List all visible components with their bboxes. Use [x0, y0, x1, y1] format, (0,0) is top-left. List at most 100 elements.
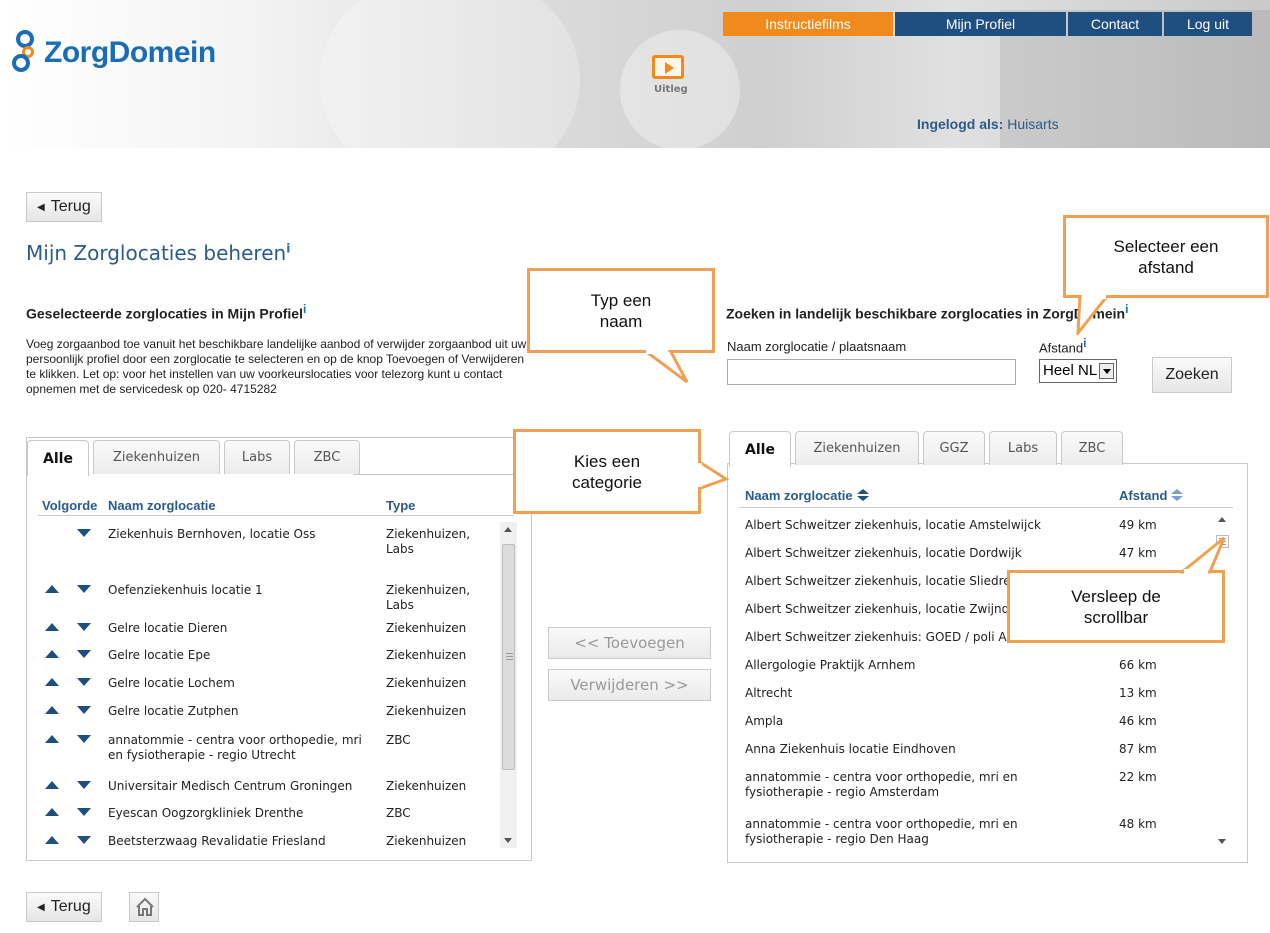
info-icon[interactable]: i — [1125, 302, 1128, 316]
location-name[interactable]: Albert Schweitzer ziekenhuis, locatie Do… — [745, 546, 1065, 561]
location-name[interactable]: Gelre locatie Zutphen — [108, 704, 370, 719]
scroll-thumb[interactable] — [502, 544, 515, 770]
left-scrollbar[interactable] — [500, 522, 517, 848]
move-down-icon[interactable] — [77, 678, 91, 686]
tab-labs[interactable]: Labs — [224, 440, 290, 474]
move-down-icon[interactable] — [77, 808, 91, 816]
move-up-icon[interactable] — [45, 623, 59, 631]
move-down-icon[interactable] — [77, 735, 91, 743]
info-icon[interactable]: i — [303, 302, 306, 316]
left-heading: Geselecteerde zorglocaties in Mijn Profi… — [26, 302, 306, 322]
distance-label-text: Afstand — [1039, 340, 1084, 356]
location-name[interactable]: Beetsterzwaag Revalidatie Friesland — [108, 834, 370, 849]
location-type: Ziekenhuizen, Labs — [386, 583, 471, 612]
scroll-down-icon[interactable] — [504, 838, 512, 843]
location-name[interactable]: Gelre locatie Epe — [108, 648, 370, 663]
location-name[interactable]: Allergologie Praktijk Arnhem — [745, 658, 1065, 673]
tab-zbc[interactable]: ZBC — [294, 440, 360, 474]
intro-text: Voeg zorgaanbod toe vanuit het beschikba… — [26, 337, 527, 396]
info-icon[interactable]: i — [1083, 336, 1086, 350]
col-distance-label: Afstand — [1119, 488, 1168, 503]
move-down-icon[interactable] — [77, 650, 91, 658]
tab-ggz[interactable]: GGZ — [923, 431, 985, 465]
move-down-icon[interactable] — [77, 706, 91, 714]
location-name[interactable]: Universitair Medisch Centrum Groningen — [108, 779, 370, 794]
right-tabs: Alle Ziekenhuizen GGZ Labs ZBC — [729, 431, 1127, 467]
back-button-label: Terug — [50, 198, 91, 215]
video-play-icon[interactable] — [652, 55, 684, 79]
tab-alle[interactable]: Alle — [729, 431, 791, 467]
nav-log-uit[interactable]: Log uit — [1164, 12, 1252, 36]
move-up-icon[interactable] — [45, 781, 59, 789]
location-name[interactable]: annatommie - centra voor orthopedie, mri… — [745, 770, 1065, 800]
location-name[interactable]: Albert Schweitzer ziekenhuis, locatie Am… — [745, 518, 1065, 533]
move-up-icon[interactable] — [45, 836, 59, 844]
callout-tail — [1076, 295, 1110, 335]
col-naam-zorglocatie[interactable]: Naam zorglocatie — [108, 498, 216, 513]
nav-mijn-profiel[interactable]: Mijn Profiel — [895, 12, 1066, 36]
info-icon[interactable]: i — [286, 241, 290, 255]
col-volgorde[interactable]: Volgorde — [42, 498, 97, 513]
move-up-icon[interactable] — [45, 650, 59, 658]
tab-alle[interactable]: Alle — [27, 440, 89, 476]
tab-labs[interactable]: Labs — [989, 431, 1057, 465]
back-button-bottom[interactable]: ◀ Terug — [26, 892, 102, 922]
tab-ziekenhuizen[interactable]: Ziekenhuizen — [93, 440, 220, 474]
sort-icon[interactable] — [1171, 489, 1184, 501]
callout-distance: Selecteer een afstand — [1063, 215, 1269, 298]
location-name[interactable]: Gelre locatie Lochem — [108, 676, 370, 691]
location-type: ZBC — [386, 806, 411, 820]
tab-underline — [353, 474, 532, 475]
scroll-up-icon[interactable] — [1218, 517, 1226, 522]
location-distance: 87 km — [1119, 742, 1157, 756]
remove-button[interactable]: Verwijderen >> — [548, 669, 711, 701]
nav-contact[interactable]: Contact — [1068, 12, 1162, 36]
zorgdomein-logo[interactable]: ZorgDomein — [12, 30, 216, 76]
location-name[interactable]: Anna Ziekenhuis locatie Eindhoven — [745, 742, 1065, 757]
search-button[interactable]: Zoeken — [1152, 357, 1232, 393]
location-distance: 49 km — [1119, 518, 1157, 532]
location-name[interactable]: Ziekenhuis Bernhoven, locatie Oss — [108, 527, 370, 542]
add-button[interactable]: << Toevoegen — [548, 627, 711, 659]
location-name[interactable]: Oefenziekenhuis locatie 1 — [108, 583, 370, 598]
page-title-text: Mijn Zorglocaties beheren — [26, 241, 287, 265]
col-name-label: Naam zorglocatie — [745, 488, 853, 503]
move-up-icon[interactable] — [45, 808, 59, 816]
chevron-down-icon[interactable] — [1099, 363, 1114, 379]
location-name[interactable]: Ampla — [745, 714, 1065, 729]
move-up-icon[interactable] — [45, 678, 59, 686]
move-up-icon[interactable] — [45, 735, 59, 743]
location-name[interactable]: Altrecht — [745, 686, 1065, 701]
location-distance: 22 km — [1119, 770, 1157, 784]
home-button[interactable] — [129, 892, 159, 922]
location-name[interactable]: annatommie - centra voor orthopedie, mri… — [745, 817, 1065, 847]
location-name[interactable]: Gelre locatie Dieren — [108, 621, 370, 636]
move-up-icon[interactable] — [45, 706, 59, 714]
home-icon — [136, 897, 154, 916]
move-down-icon[interactable] — [77, 836, 91, 844]
video-label[interactable]: Uitleg — [654, 84, 688, 95]
callout-tail — [1180, 536, 1226, 574]
scroll-up-icon[interactable] — [504, 527, 512, 532]
move-down-icon[interactable] — [77, 529, 91, 537]
col-afstand[interactable]: Afstand — [1119, 488, 1184, 503]
tab-ziekenhuizen[interactable]: Ziekenhuizen — [795, 431, 919, 465]
col-naam-zorglocatie-right[interactable]: Naam zorglocatie — [745, 488, 869, 503]
back-button-top[interactable]: ◀ Terug — [26, 192, 102, 222]
move-up-icon[interactable] — [45, 585, 59, 593]
col-type[interactable]: Type — [386, 498, 415, 513]
location-distance: 13 km — [1119, 686, 1157, 700]
distance-select[interactable]: Heel NL — [1039, 359, 1117, 383]
sort-icon[interactable] — [856, 489, 869, 501]
scroll-down-icon[interactable] — [1218, 839, 1226, 844]
move-down-icon[interactable] — [77, 781, 91, 789]
move-down-icon[interactable] — [77, 623, 91, 631]
move-down-icon[interactable] — [77, 585, 91, 593]
location-name[interactable]: annatommie - centra voor orthopedie, mri… — [108, 733, 370, 763]
location-name[interactable]: Eyescan Oogzorgkliniek Drenthe — [108, 806, 370, 821]
callout-name: Typ een naam — [527, 268, 715, 353]
search-input[interactable] — [727, 359, 1016, 385]
distance-label: Afstandi — [1039, 336, 1086, 355]
tab-zbc[interactable]: ZBC — [1061, 431, 1123, 465]
nav-instructiefilms[interactable]: Instructiefilms — [723, 12, 893, 36]
